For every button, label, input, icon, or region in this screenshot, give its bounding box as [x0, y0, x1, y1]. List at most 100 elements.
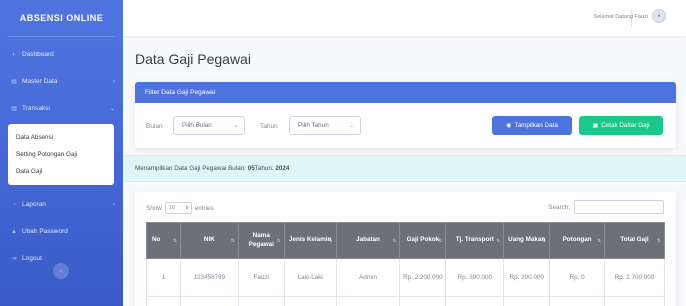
- sidebar-item-label: Logout: [22, 255, 42, 262]
- submenu-item-data-absensi[interactable]: Data Absensi: [8, 129, 114, 146]
- cell-nama-pegawai: Fauzi: [237, 258, 285, 297]
- column-header-total-gaji[interactable]: Total Gaji ⇅: [604, 222, 665, 259]
- cell-uang-makan: Rp. 200.000: [503, 258, 551, 297]
- cell-gaji-pokok: Rp. 2.200.000: [399, 258, 447, 297]
- column-header-label: Nama Pegawai: [248, 232, 274, 248]
- sort-icon: ⇅: [656, 237, 661, 244]
- page-title: Data Gaji Pegawai: [135, 51, 251, 67]
- bulan-select[interactable]: Pilih Bulan ⌄: [173, 116, 245, 135]
- eye-icon: ◉: [506, 123, 512, 129]
- column-header-label: Jabatan: [356, 236, 380, 244]
- sort-icon: ⇅: [496, 237, 501, 244]
- search-label: Search:: [548, 203, 570, 211]
- show-label: Show: [146, 204, 162, 212]
- sort-icon: ⇅: [276, 237, 281, 244]
- column-header-potongan[interactable]: Potongan ⇅: [549, 222, 606, 259]
- transaksi-submenu: Data Absensi Setting Potongan Gaji Data …: [8, 124, 114, 185]
- chevron-left-icon: ‹: [59, 267, 63, 275]
- user-icon: ●: [657, 13, 661, 19]
- entries-label: entries: [194, 204, 214, 212]
- folder-icon: ▤: [11, 79, 17, 85]
- tahun-select-value: Pilih Tahun: [298, 122, 329, 129]
- logout-icon: ⇥: [11, 256, 17, 262]
- topbar: Selamat Datang Fauzi ●: [123, 0, 686, 36]
- folder-icon: ▤: [11, 106, 17, 112]
- sidebar-item-label: Ubah Password: [22, 228, 68, 235]
- column-header-jabatan[interactable]: Jabatan ⇅: [335, 222, 401, 259]
- column-header-label: Uang Makan: [508, 236, 546, 244]
- search-input[interactable]: [574, 200, 664, 214]
- cell-jabatan: Admin: [335, 258, 401, 297]
- sidebar-toggle-button[interactable]: ‹: [53, 263, 69, 279]
- column-header-jenis-kelamin[interactable]: Jenis Kelamin ⇅: [283, 222, 337, 259]
- table-search: Search:: [548, 200, 664, 214]
- alert-year: 2024: [275, 165, 290, 172]
- column-header-label: Tj. Transport: [455, 236, 494, 244]
- sort-icon: ⇅: [596, 237, 602, 244]
- chevron-right-icon: ›: [113, 201, 115, 208]
- alert-mid: Tahun:: [254, 165, 274, 172]
- alert-prefix: Menampilkan Data Gaji Pegawai Bulan:: [135, 165, 246, 172]
- sidebar-item-label: Dashboard: [22, 51, 54, 58]
- column-header-label: Jenis Kelamin: [288, 236, 332, 244]
- cell-empty: [335, 296, 401, 306]
- entries-select[interactable]: 10 ⬍: [164, 202, 192, 214]
- submenu-item-data-gaji[interactable]: Data Gaji: [8, 163, 114, 180]
- tampilkan-data-button[interactable]: ◉ Tampilkan Data: [492, 116, 572, 135]
- sidebar-item-ubah-password[interactable]: ▲ Ubah Password: [0, 218, 123, 245]
- entries-length-control: Show 10 ⬍ entries: [146, 202, 214, 214]
- cell-empty: [445, 296, 505, 306]
- sidebar: ABSENSI ONLINE ◐ Dashboard ▤ Master Data…: [0, 0, 123, 306]
- submenu-item-setting-potongan-gaji[interactable]: Setting Potongan Gaji: [8, 146, 114, 163]
- cell-nik: 123456789: [179, 258, 239, 297]
- sort-icon: ⇅: [392, 237, 397, 244]
- column-header-nama-pegawai[interactable]: Nama Pegawai ⇅: [237, 222, 285, 259]
- sort-icon: ⇅: [328, 237, 333, 244]
- sidebar-item-transaksi[interactable]: ▤ Transaksi ⌄: [0, 95, 123, 122]
- column-header-gaji-pokok[interactable]: Gaji Pokok ⇅: [399, 222, 447, 259]
- sidebar-item-master-data[interactable]: ▤ Master Data ›: [0, 68, 123, 95]
- column-header-nik[interactable]: NIK ⇅: [179, 222, 239, 259]
- cell-empty: [237, 296, 285, 306]
- cetak-daftar-gaji-button[interactable]: ▣ Cetak Daftar Gaji: [579, 116, 663, 135]
- tahun-select[interactable]: Pilih Tahun ⌄: [289, 116, 361, 135]
- bulan-label: Bulan: [146, 123, 163, 130]
- sidebar-divider: [8, 36, 115, 37]
- chevron-down-icon: ⌄: [109, 106, 115, 112]
- column-header-label: Total Gaji: [620, 236, 649, 244]
- avatar[interactable]: ●: [652, 9, 666, 23]
- tahun-label: Tahun: [260, 123, 278, 130]
- sort-icon: ⇅: [172, 237, 177, 244]
- column-header-no[interactable]: No ⇅: [146, 222, 181, 259]
- cell-no: 1: [146, 258, 181, 297]
- chevron-down-icon: ⌄: [349, 122, 354, 129]
- user-greeting[interactable]: Selamat Datang Fauzi: [594, 14, 648, 20]
- cell-potongan: Rp. 0: [549, 258, 606, 297]
- bulan-select-value: Pilih Bulan: [182, 122, 212, 129]
- table-row-partial: [146, 296, 665, 306]
- print-icon: ▣: [592, 123, 599, 129]
- entries-select-value: 10: [168, 205, 175, 211]
- cell-jenis-kelamin: Laki-Laki: [283, 258, 337, 297]
- column-header-label: NIK: [203, 236, 215, 244]
- tampilkan-data-label: Tampilkan Data: [514, 122, 558, 129]
- sidebar-item-label: Laporan: [22, 201, 46, 208]
- table-header-row: No ⇅ NIK ⇅ Nama Pegawai ⇅ Jenis Kelamin ⇅ Ja…: [146, 222, 665, 259]
- gauge-icon: ◐: [12, 51, 16, 58]
- sidebar-item-laporan[interactable]: ◔ Laporan ›: [0, 191, 123, 218]
- chevron-right-icon: ›: [113, 78, 115, 85]
- cell-empty: [146, 296, 181, 306]
- brand-logo[interactable]: ABSENSI ONLINE: [0, 0, 123, 36]
- info-alert: Menampilkan Data Gaji Pegawai Bulan: 05 …: [123, 155, 686, 182]
- cell-empty: [503, 296, 551, 306]
- chart-icon: ◔: [12, 201, 16, 208]
- column-header-uang-makan[interactable]: Uang Makan ⇅: [503, 222, 551, 259]
- chevron-down-icon: ⌄: [233, 122, 238, 129]
- cell-empty: [549, 296, 606, 306]
- cell-tj-transport: Rp. 300.000: [445, 258, 505, 297]
- filter-card-header: Filter Data Gaji Pegawai: [135, 82, 676, 103]
- salary-table: No ⇅ NIK ⇅ Nama Pegawai ⇅ Jenis Kelamin ⇅ Ja…: [146, 222, 665, 306]
- column-header-tj-transport[interactable]: Tj. Transport ⇅: [445, 222, 505, 259]
- sidebar-item-dashboard[interactable]: ◐ Dashboard: [0, 41, 123, 68]
- cell-empty: [399, 296, 447, 306]
